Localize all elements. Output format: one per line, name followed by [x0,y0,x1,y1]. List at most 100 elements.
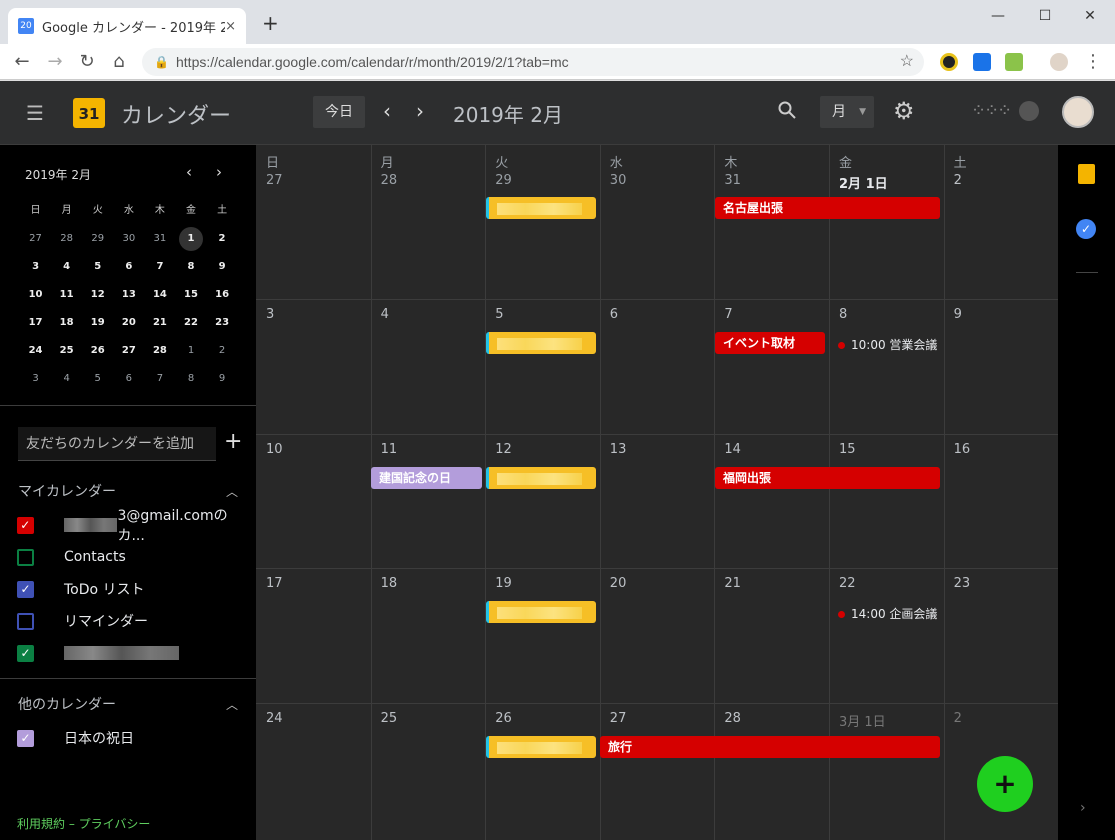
extension-icon[interactable] [940,53,958,71]
mini-day[interactable]: 2 [207,339,238,363]
day-number[interactable]: 23 [954,576,971,591]
maximize-button[interactable]: ☐ [1030,6,1060,26]
mini-day[interactable]: 26 [82,339,113,363]
calendar-list-item[interactable]: ✓ 日本の祝日 [17,722,252,754]
profile-avatar[interactable] [1050,53,1068,71]
event-coverage[interactable]: イベント取材 [715,332,825,354]
day-number[interactable]: 25 [381,711,398,726]
mini-day[interactable]: 27 [20,227,51,251]
terms-privacy-link[interactable]: 利用規約 – プライバシー [17,815,150,832]
day-number[interactable]: 2 [954,711,962,726]
day-number[interactable]: 3月 1日 [839,711,886,730]
address-bar[interactable]: 🔒 https://calendar.google.com/calendar/r… [142,48,924,76]
calendar-checkbox[interactable]: ✓ [17,516,34,534]
mini-day[interactable]: 28 [144,339,175,363]
day-number[interactable]: 17 [266,576,283,591]
mini-day[interactable]: 30 [113,227,144,251]
event-national-foundation-day[interactable]: 建国記念の日 [371,467,482,489]
mini-day[interactable]: 7 [144,255,175,279]
day-number[interactable]: 3 [266,307,274,322]
event-blurred[interactable] [486,467,596,489]
prev-month-icon[interactable]: ‹ [383,99,391,123]
view-selector[interactable]: 月 ▼ [820,96,874,128]
day-number[interactable]: 27 [266,173,283,188]
day-number[interactable]: 19 [495,576,512,591]
day-number[interactable]: 27 [610,711,627,726]
day-number[interactable]: 2月 1日 [839,173,888,192]
calendar-checkbox[interactable]: ✓ [17,580,34,598]
browser-menu-icon[interactable]: ⋮ [1082,51,1104,73]
mini-day[interactable]: 7 [144,367,175,391]
event-trip[interactable]: 旅行 [600,736,940,758]
mini-day[interactable]: 3 [20,255,51,279]
calendar-list-item[interactable]: Contacts [17,541,252,573]
day-number[interactable]: 31 [724,173,741,188]
mini-day[interactable]: 4 [51,367,82,391]
mini-day[interactable]: 23 [207,311,238,335]
mini-day-today[interactable]: 1 [178,227,203,251]
mini-day[interactable]: 22 [175,311,206,335]
day-number[interactable]: 7 [724,307,732,322]
day-number[interactable]: 13 [610,442,627,457]
my-calendars-header[interactable]: マイカレンダー [18,481,116,501]
day-number[interactable]: 12 [495,442,512,457]
mini-day[interactable]: 12 [82,283,113,307]
event-blurred[interactable] [486,601,596,623]
mini-next-icon[interactable]: › [216,163,222,181]
day-number[interactable]: 9 [954,307,962,322]
day-number[interactable]: 20 [610,576,627,591]
mini-day[interactable]: 5 [82,367,113,391]
mini-day[interactable]: 8 [175,367,206,391]
chevron-up-icon[interactable]: ︿ [226,483,238,500]
mini-day[interactable]: 11 [51,283,82,307]
next-month-icon[interactable]: › [416,99,424,123]
mini-day[interactable]: 1 [175,339,206,363]
mini-day[interactable]: 31 [144,227,175,251]
account-avatar[interactable] [1062,96,1094,128]
day-number[interactable]: 11 [381,442,398,457]
settings-gear-icon[interactable]: ⚙ [893,97,915,125]
event-planning-meeting[interactable]: 14:00 企画会議 [838,605,937,622]
extension-icon[interactable] [1005,53,1023,71]
day-number[interactable]: 28 [381,173,398,188]
mini-day[interactable]: 2 [206,227,237,251]
day-number[interactable]: 2 [954,173,962,188]
notifications-icon[interactable] [1019,101,1039,121]
calendar-list-item[interactable]: ✓ 3@gmail.comのカ... [17,508,252,544]
mini-day[interactable]: 9 [207,255,238,279]
event-sales-meeting[interactable]: 10:00 営業会議 [838,336,937,353]
bookmark-star-icon[interactable]: ☆ [900,48,914,76]
mini-day[interactable]: 9 [207,367,238,391]
mini-day[interactable]: 4 [51,255,82,279]
mini-day[interactable]: 20 [113,311,144,335]
event-blurred[interactable] [486,736,596,758]
mini-day[interactable]: 24 [20,339,51,363]
day-number[interactable]: 24 [266,711,283,726]
calendar-checkbox[interactable]: ✓ [17,729,34,747]
day-number[interactable]: 10 [266,442,283,457]
day-number[interactable]: 18 [381,576,398,591]
calendar-checkbox[interactable] [17,612,34,630]
mini-day[interactable]: 16 [207,283,238,307]
mini-day[interactable]: 15 [175,283,206,307]
day-number[interactable]: 8 [839,307,847,322]
mini-day[interactable]: 6 [113,255,144,279]
main-menu-icon[interactable]: ☰ [26,103,46,123]
event-blurred[interactable] [486,197,596,219]
day-number[interactable]: 5 [495,307,503,322]
forward-icon[interactable]: → [44,51,66,73]
new-tab-button[interactable]: + [262,13,279,33]
mini-day[interactable]: 14 [144,283,175,307]
day-number[interactable]: 15 [839,442,856,457]
minimize-button[interactable]: — [983,6,1013,26]
day-number[interactable]: 29 [495,173,512,188]
mini-day[interactable]: 18 [51,311,82,335]
expand-panel-chevron-icon[interactable]: › [1080,800,1086,816]
tasks-check-icon[interactable]: ✓ [1076,219,1096,239]
extension-icon[interactable] [973,53,991,71]
day-number[interactable]: 22 [839,576,856,591]
tab-close-icon[interactable]: × [225,19,236,34]
add-friend-calendar-input[interactable]: 友だちのカレンダーを追加 [18,427,216,461]
chevron-up-icon[interactable]: ︿ [226,696,238,713]
day-number[interactable]: 28 [724,711,741,726]
